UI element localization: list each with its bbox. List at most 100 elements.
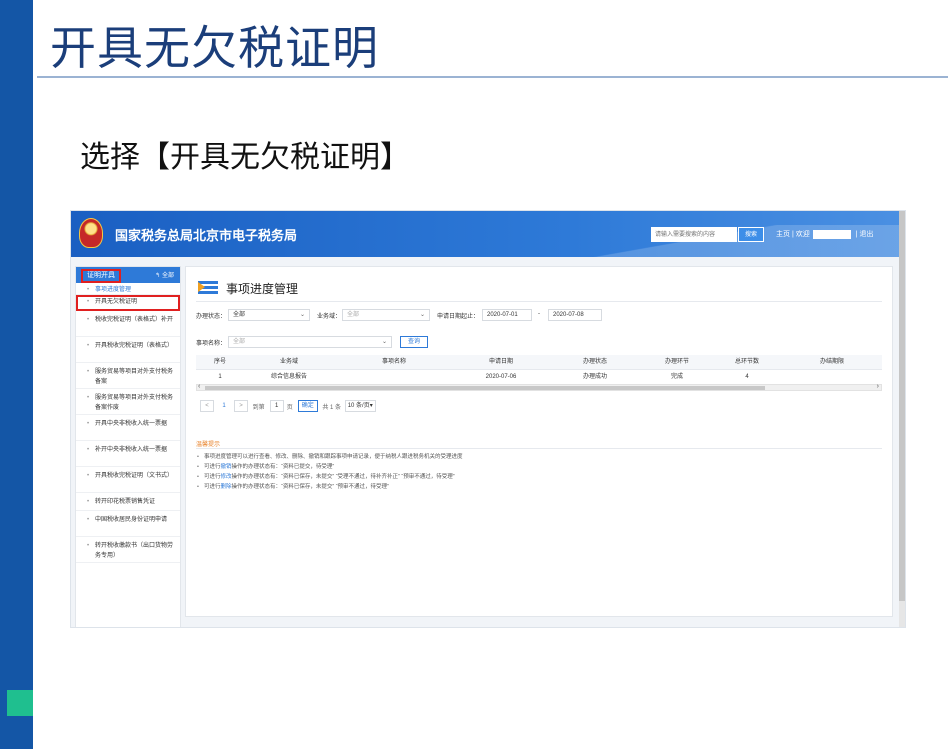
progress-table: 序号 业务域 事项名称 申请日期 办理状态 办理环节 总环节数 办结期限 1 综合信息报告 202… (196, 355, 882, 385)
prev-page-button[interactable]: < (200, 400, 214, 412)
next-page-button[interactable]: > (234, 400, 248, 412)
page-unit-label: 页 (286, 404, 293, 411)
sidebar-item[interactable]: 服务贸易等项目对外支付税务备案作废 (76, 389, 180, 415)
table-cell (334, 370, 454, 384)
query-button[interactable]: 查询 (400, 336, 428, 348)
table-body: 1 综合信息报告 2020-07-06 办理成功 完成 4 (196, 370, 882, 385)
sidebar-all-link[interactable]: ↰ 全部 (155, 270, 174, 279)
domain-select-value: 全部 (347, 312, 360, 318)
tips-divider (196, 448, 882, 449)
title-divider (37, 76, 948, 78)
table-cell: 1 (218, 374, 222, 380)
tip-text: 事项进度管理可以进行查看、修改、删除、撤销和跟踪事项申请记录，便于纳税人跟进税务… (204, 454, 463, 460)
page-size-select[interactable]: 10 条/页▾ (344, 400, 376, 412)
logout-link[interactable]: 退出 (859, 231, 873, 238)
pagination: <1 > 到第 1 页确定 共 1 条 10 条/页▾ (200, 400, 376, 412)
page-size-value: 10 条/页 (347, 403, 370, 409)
tips-list: 事项进度管理可以进行查看、修改、删除、撤销和跟踪事项申请记录，便于纳税人跟进税务… (196, 452, 463, 492)
tip-keyword: 删除 (220, 484, 232, 490)
search-input[interactable] (651, 227, 737, 242)
sidebar-item[interactable]: 开具中央非税收入统一票据 (76, 415, 180, 441)
sidebar-item[interactable]: 事项进度管理 (76, 283, 180, 295)
table-header-row: 序号 业务域 事项名称 申请日期 办理状态 办理环节 总环节数 办结期限 (196, 355, 882, 370)
scroll-right-icon[interactable]: › (877, 383, 879, 390)
sidebar-all-label: 全部 (161, 273, 174, 279)
domain-select[interactable]: 全部 ⌄ (342, 309, 430, 321)
sidebar-header: 证明开具 ↰ 全部 (76, 267, 180, 283)
chevron-down-icon: ⌄ (299, 312, 305, 318)
column-header: 事项名称 (381, 359, 406, 365)
vertical-scrollbar[interactable] (899, 211, 905, 627)
tip-text: 可进行 (204, 474, 221, 480)
sidebar-item[interactable]: 转开税收缴款书（出口货物劳务专用） (76, 537, 180, 563)
table-cell: 4 (745, 374, 749, 380)
item-filter-label: 事项名称： (196, 341, 227, 347)
table-row[interactable]: 1 综合信息报告 2020-07-06 办理成功 完成 4 (196, 370, 882, 385)
status-filter-label: 办理状态： (196, 314, 227, 320)
search-button[interactable]: 搜索 (738, 227, 764, 242)
progress-panel: 事项进度管理 办理状态： 全部 ⌄ 业务域： 全部 ⌄ 申请日期起止： 2020-0… (185, 266, 893, 617)
slide-title: 开具无欠税证明 (50, 21, 379, 75)
sidebar-item[interactable]: 补开中央非税收入统一票据 (76, 441, 180, 467)
total-count: 共 1 条 (322, 404, 342, 411)
sidebar: 证明开具 ↰ 全部 事项进度管理开具无欠税证明税收完税证明（表格式）补开开具税收… (75, 266, 181, 627)
slide-subtitle: 选择【开具无欠税证明】 (80, 140, 410, 175)
table-cell: 2020-07-06 (485, 374, 517, 380)
column-header: 办结期限 (819, 359, 844, 365)
horizontal-scrollbar[interactable]: ‹ › (196, 383, 882, 391)
home-link[interactable]: 主页 (776, 231, 790, 238)
goto-label: 到第 (252, 404, 265, 411)
panel-title: 事项进度管理 (226, 282, 299, 296)
date-range-label: 申请日期起止： (437, 314, 480, 320)
column-header: 办理状态 (582, 359, 607, 365)
item-select[interactable]: 全部 ⌄ (228, 336, 392, 348)
item-select-value: 全部 (233, 339, 246, 345)
sidebar-item[interactable]: 中国税收居民身份证明申请 (76, 511, 180, 537)
date-separator: - (538, 311, 540, 317)
current-page[interactable]: 1 (217, 400, 231, 412)
tip-item: 可进行撤销操作的办理状态有：“资料已提交，待受理” (196, 462, 463, 472)
sidebar-item[interactable]: 转开印花税票销售凭证 (76, 493, 180, 511)
tip-text: 可进行 (204, 484, 221, 490)
tips-title: 温馨提示 (196, 442, 221, 448)
sidebar-item[interactable]: 开具税收完税证明（文书式） (76, 467, 180, 493)
chevron-down-icon: ⌄ (381, 339, 387, 345)
panel-divider (196, 301, 882, 302)
tip-item: 可进行删除操作的办理状态有：“资料已保存，未提交” “预审不通过，待受理” (196, 482, 463, 492)
table-cell: 完成 (670, 374, 683, 380)
date-from-input[interactable]: 2020-07-01 (482, 309, 532, 321)
sidebar-item[interactable]: 开具无欠税证明 (76, 295, 180, 311)
sidebar-category[interactable]: 证明开具 (81, 269, 121, 283)
status-select[interactable]: 全部 ⌄ (228, 309, 310, 321)
site-name: 国家税务总局北京市电子税务局 (115, 228, 298, 243)
column-header: 业务域 (279, 359, 298, 365)
table-cell (782, 370, 882, 384)
tip-item: 事项进度管理可以进行查看、修改、删除、撤销和跟踪事项申请记录，便于纳税人跟进税务… (196, 452, 463, 462)
sidebar-item[interactable]: 服务贸易等项目对外支付税务备案 (76, 363, 180, 389)
table-cell: 办理成功 (582, 374, 607, 380)
slide-left-bar (0, 0, 33, 749)
sidebar-list: 事项进度管理开具无欠税证明税收完税证明（表格式）补开开具税收完税证明（表格式）服… (76, 283, 180, 563)
sidebar-item[interactable]: 开具税收完税证明（表格式） (76, 337, 180, 363)
tip-text: 操作的办理状态有：“资料已提交，待受理” (231, 464, 335, 470)
column-header: 办理环节 (664, 359, 689, 365)
tip-text: 可进行 (204, 464, 221, 470)
tip-item: 可进行修改操作的办理状态有：“资料已保存，未提交” “受理不通过，待补齐补正” … (196, 472, 463, 482)
portal-header: 国家税务总局北京市电子税务局 搜索 主页 | 欢迎 | 退出 (71, 211, 905, 257)
scrollbar-thumb[interactable] (899, 211, 905, 601)
username-mask (812, 229, 851, 239)
welcome-label: 欢迎 (795, 231, 810, 238)
chevron-down-icon: ⌄ (419, 312, 425, 318)
scrollbar-thumb[interactable] (205, 386, 765, 390)
sidebar-item[interactable]: 税收完税证明（表格式）补开 (76, 311, 180, 337)
tip-keyword: 修改 (220, 474, 232, 480)
tip-text: 操作的办理状态有：“资料已保存，未提交” “预审不通过，待受理” (231, 484, 389, 490)
goto-confirm-button[interactable]: 确定 (297, 400, 318, 412)
list-icon (198, 281, 218, 295)
column-header: 总环节数 (734, 359, 759, 365)
date-to-input[interactable]: 2020-07-08 (548, 309, 602, 321)
slide-accent-square (7, 690, 33, 716)
chevron-down-icon: ▾ (369, 403, 373, 409)
goto-page-input[interactable]: 1 (269, 400, 284, 412)
scroll-left-icon[interactable]: ‹ (198, 383, 200, 390)
